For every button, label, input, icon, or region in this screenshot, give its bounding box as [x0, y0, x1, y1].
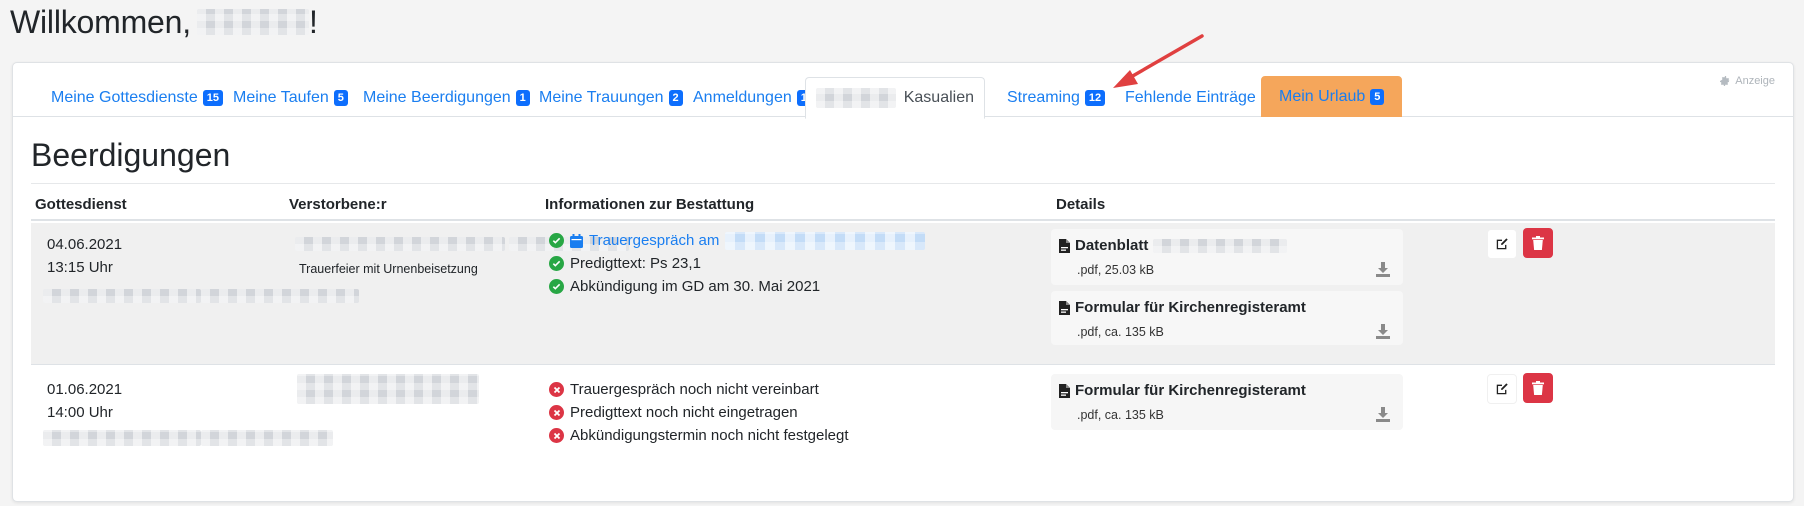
tab-label: Anmeldungen — [693, 88, 792, 106]
main-card: Meine Gottesdienste 15 Meine Taufen 5 Me… — [12, 62, 1794, 502]
calendar-icon — [570, 233, 583, 248]
table-row: 04.06.2021 13:15 Uhr Trauerfeier mit Urn… — [31, 223, 1775, 365]
info-item: Predigttext: Ps 23,1 — [549, 252, 925, 275]
info-text: Predigttext noch nicht eingetragen — [570, 404, 798, 421]
service-time: 14:00 Uhr — [47, 404, 113, 421]
gear-icon — [1720, 75, 1731, 86]
info-text: Trauergespräch noch nicht vereinbart — [570, 381, 819, 398]
file-meta: .pdf, ca. 135 kB — [1077, 408, 1164, 422]
divider — [31, 183, 1775, 184]
tab-label: Meine Beerdigungen — [363, 88, 511, 106]
info-cell: Trauergespräch noch nicht vereinbart Pre… — [549, 378, 849, 447]
redacted-location — [201, 430, 334, 446]
edit-button[interactable] — [1487, 374, 1517, 404]
x-circle-icon — [549, 405, 564, 420]
delete-button[interactable] — [1523, 373, 1553, 403]
edit-icon — [1496, 383, 1508, 395]
count-badge: 5 — [1370, 88, 1385, 105]
check-circle-icon — [549, 279, 564, 294]
file-title-row: Formular für Kirchenregisteramt — [1059, 382, 1306, 399]
tab-mein-urlaub[interactable]: Mein Urlaub 5 — [1261, 76, 1403, 117]
anzeige-label: Anzeige — [1735, 75, 1775, 87]
display-settings-link[interactable]: Anzeige — [1720, 75, 1775, 87]
trash-icon — [1532, 381, 1544, 395]
tab-label: Meine Trauungen — [539, 88, 664, 106]
conversation-link[interactable]: Trauergespräch am — [589, 229, 719, 252]
tab-meine-gottesdienste[interactable]: Meine Gottesdienste 15 — [33, 77, 241, 118]
file-title-row: Datenblatt — [1059, 237, 1288, 254]
info-cell: Trauergespräch am Predigttext: Ps 23,1 A… — [549, 229, 926, 298]
file-attachment: Formular für Kirchenregisteramt .pdf, ca… — [1051, 374, 1403, 430]
table-row: 01.06.2021 14:00 Uhr Trauergespräch noch… — [31, 366, 1775, 506]
tab-meine-trauungen[interactable]: Meine Trauungen 2 — [521, 77, 701, 118]
download-icon[interactable] — [1375, 261, 1391, 277]
info-item: Trauergespräch am — [549, 229, 926, 252]
redacted-location — [201, 289, 360, 303]
tab-label: Meine Taufen — [233, 88, 329, 106]
info-item: Abkündigungstermin noch nicht festgelegt — [549, 424, 849, 447]
info-item: Predigttext noch nicht eingetragen — [549, 401, 849, 424]
redacted-location — [43, 430, 201, 446]
pdf-file-icon — [1059, 383, 1070, 398]
section-title: Beerdigungen — [31, 137, 231, 173]
file-name[interactable]: Formular für Kirchenregisteramt — [1075, 299, 1306, 316]
column-header-verstorbene: Verstorbene:r — [289, 196, 387, 213]
check-circle-icon — [549, 256, 564, 271]
column-header-details: Details — [1056, 196, 1106, 213]
redacted-name — [295, 237, 505, 251]
count-badge: 12 — [1084, 89, 1106, 106]
edit-button[interactable] — [1487, 229, 1517, 259]
delete-button[interactable] — [1523, 228, 1553, 258]
redacted-appointment[interactable] — [725, 231, 926, 250]
service-cell: 01.06.2021 14:00 Uhr — [43, 378, 334, 453]
redacted-username — [196, 9, 309, 35]
pdf-file-icon — [1059, 300, 1070, 315]
welcome-suffix: ! — [308, 3, 318, 40]
file-meta: .pdf, ca. 135 kB — [1077, 325, 1164, 339]
tab-kasualien[interactable]: Kasualien — [805, 77, 985, 119]
pdf-file-icon — [1059, 238, 1070, 253]
welcome-heading: Willkommen, ! — [10, 2, 318, 42]
file-name[interactable]: Formular für Kirchenregisteramt — [1075, 382, 1306, 399]
tab-meine-beerdigungen[interactable]: Meine Beerdigungen 1 — [345, 77, 548, 118]
file-title-row: Formular für Kirchenregisteramt — [1059, 299, 1306, 316]
file-attachment: Formular für Kirchenregisteramt .pdf, ca… — [1051, 291, 1403, 345]
column-header-informationen: Informationen zur Bestattung — [545, 196, 755, 213]
table-header: Gottesdienst Verstorbene:r Informationen… — [31, 187, 1775, 221]
file-attachment: Datenblatt .pdf, 25.03 kB — [1051, 229, 1403, 285]
tab-meine-taufen[interactable]: Meine Taufen 5 — [215, 77, 366, 118]
file-name[interactable]: Datenblatt — [1075, 237, 1148, 254]
download-icon[interactable] — [1375, 406, 1391, 422]
deceased-cell — [297, 374, 479, 411]
welcome-text: Willkommen, — [10, 3, 191, 40]
service-date: 01.06.2021 — [47, 381, 123, 398]
redacted-filename — [1153, 238, 1288, 253]
info-text: Predigttext: Ps 23,1 — [570, 255, 701, 272]
tab-label: Kasualien — [903, 89, 974, 106]
x-circle-icon — [549, 428, 564, 443]
tab-label: Mein Urlaub — [1279, 87, 1366, 105]
redacted-name — [297, 374, 479, 404]
info-text: Abkündigung im GD am 30. Mai 2021 — [570, 278, 821, 295]
info-item: Abkündigung im GD am 30. Mai 2021 — [549, 275, 925, 298]
tab-bar: Meine Gottesdienste 15 Meine Taufen 5 Me… — [13, 63, 1793, 119]
edit-icon — [1496, 238, 1508, 250]
tab-label: Meine Gottesdienste — [51, 88, 198, 106]
check-circle-icon — [549, 233, 564, 248]
info-item: Trauergespräch noch nicht vereinbart — [549, 378, 849, 401]
redacted-tab-prefix — [816, 88, 896, 108]
tab-streaming[interactable]: Streaming 12 — [989, 77, 1123, 118]
download-icon[interactable] — [1375, 323, 1391, 339]
x-circle-icon — [549, 382, 564, 397]
trash-icon — [1532, 236, 1544, 250]
redacted-location — [43, 289, 201, 303]
column-header-gottesdienst: Gottesdienst — [35, 196, 127, 213]
tab-label: Fehlende Einträge — [1125, 88, 1256, 106]
info-text: Abkündigungstermin noch nicht festgelegt — [570, 427, 849, 444]
tab-label: Streaming — [1007, 88, 1080, 106]
file-meta: .pdf, 25.03 kB — [1077, 263, 1155, 277]
